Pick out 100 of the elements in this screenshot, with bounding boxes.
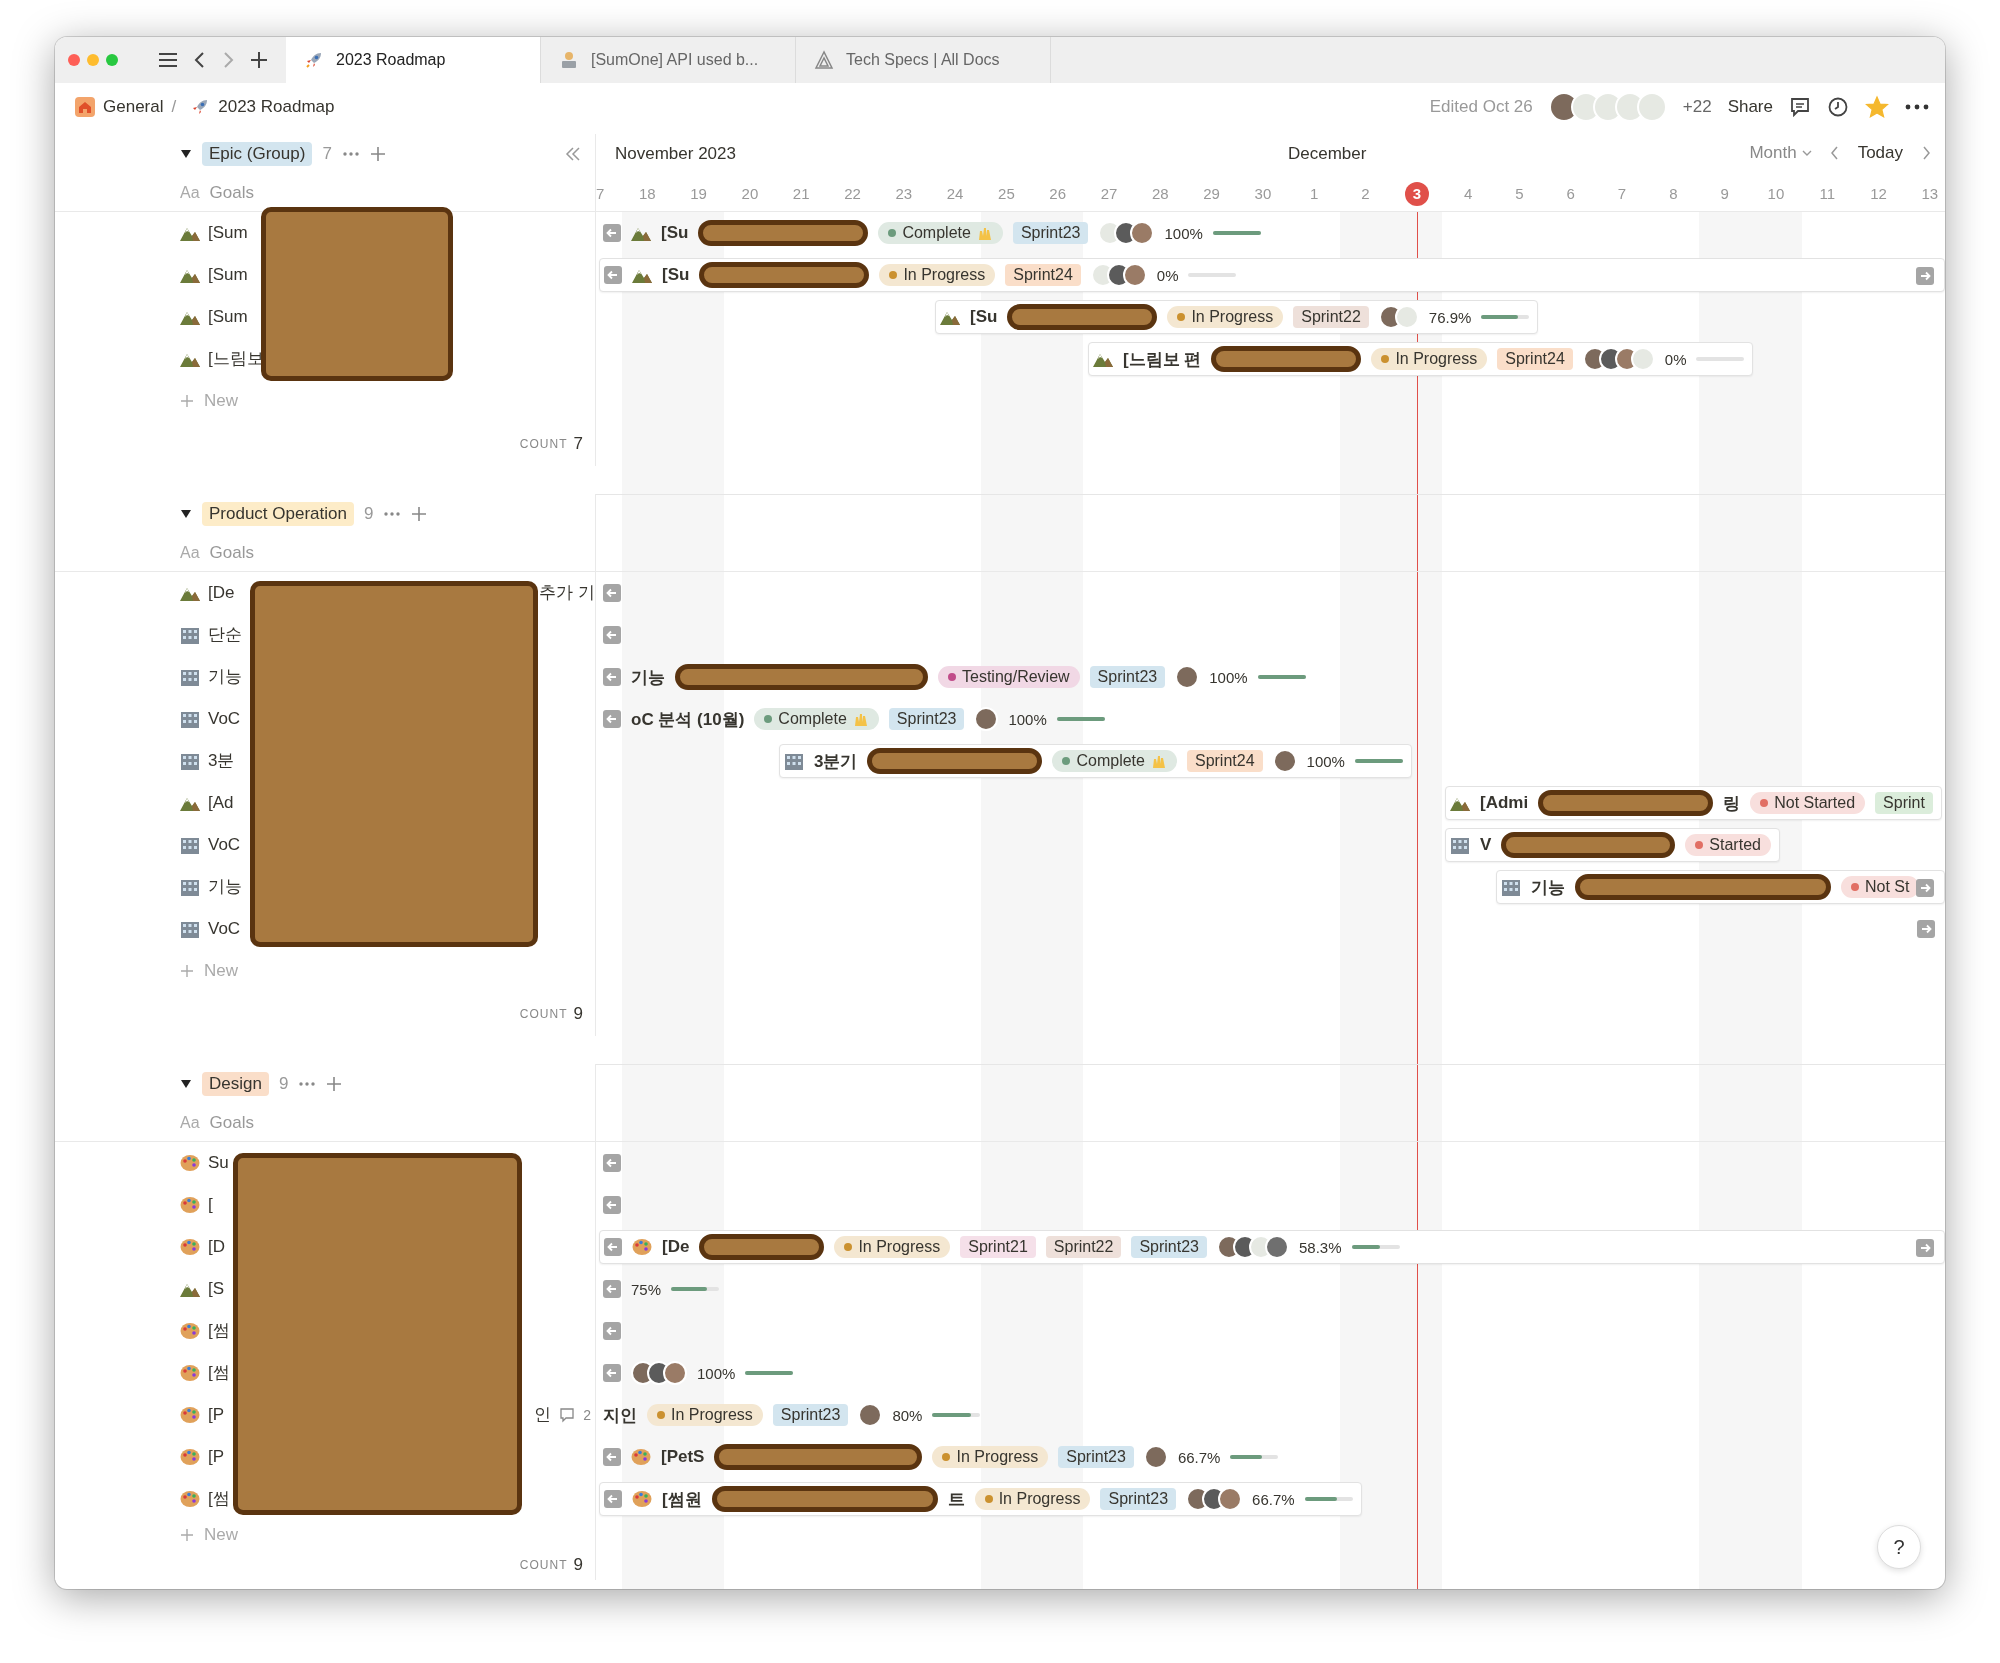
plus-icon[interactable] bbox=[326, 1076, 343, 1092]
arrow-left-icon[interactable] bbox=[603, 626, 621, 644]
avatar bbox=[1122, 263, 1147, 287]
arrow-left-icon[interactable] bbox=[604, 1490, 622, 1508]
avatar bbox=[1130, 221, 1155, 245]
goal-title-end: 인 bbox=[534, 1404, 552, 1426]
arrow-left-icon[interactable] bbox=[603, 710, 621, 728]
plus-icon[interactable] bbox=[411, 506, 428, 522]
arrow-left-icon[interactable] bbox=[603, 1364, 621, 1382]
close-window-icon[interactable] bbox=[68, 54, 80, 66]
plus-icon[interactable] bbox=[369, 146, 386, 162]
goal-title[interactable]: [Ad bbox=[208, 792, 234, 813]
plus-icon[interactable] bbox=[180, 964, 194, 978]
goal-title[interactable]: [D bbox=[208, 1236, 225, 1257]
timeline-bar[interactable]: 3분기 Complete Sprint24 100% bbox=[779, 744, 1412, 778]
progress-percent: 100% bbox=[1209, 668, 1248, 686]
bar-title: 3분기 bbox=[814, 750, 858, 773]
goal-title[interactable]: [S bbox=[208, 1278, 225, 1299]
goal-title[interactable]: 기능 bbox=[208, 665, 242, 688]
back-icon[interactable] bbox=[194, 51, 206, 69]
new-tab-icon[interactable] bbox=[250, 51, 268, 69]
collapse-triangle-icon[interactable] bbox=[180, 509, 192, 519]
timeline-bar[interactable]: V Started bbox=[1445, 828, 1780, 862]
day-label: 25 bbox=[998, 184, 1015, 204]
goal-title[interactable]: [느림보 bbox=[208, 347, 264, 370]
arrow-left-icon[interactable] bbox=[603, 1448, 621, 1466]
timeline-bar[interactable]: 기능 Not St bbox=[1496, 870, 1945, 904]
help-button[interactable]: ? bbox=[1877, 1525, 1921, 1569]
arrow-left-icon[interactable] bbox=[603, 668, 621, 686]
clock-icon[interactable] bbox=[1827, 96, 1849, 118]
browser-tab[interactable]: [SumOne] API used b... bbox=[541, 37, 796, 83]
arrow-left-icon[interactable] bbox=[603, 1322, 621, 1340]
sprint-tag: Sprint23 bbox=[1012, 222, 1089, 244]
forward-icon[interactable] bbox=[222, 51, 234, 69]
maximize-window-icon[interactable] bbox=[106, 54, 118, 66]
browser-tab[interactable]: 2023 Roadmap bbox=[286, 37, 541, 83]
double-chevron-left-icon[interactable] bbox=[565, 147, 581, 161]
plus-icon[interactable] bbox=[180, 1528, 194, 1542]
today-button[interactable]: Today bbox=[1857, 143, 1903, 163]
timeline-bar[interactable]: [썸원 트 In Progress Sprint23 66.7% bbox=[599, 1482, 1362, 1516]
arrow-right-icon[interactable] bbox=[1916, 879, 1934, 897]
goal-title[interactable]: VoC bbox=[208, 834, 241, 855]
goal-title[interactable]: [P bbox=[208, 1404, 225, 1425]
day-label: 11 bbox=[1819, 184, 1835, 204]
share-button[interactable]: Share bbox=[1727, 97, 1773, 117]
arrow-left-icon[interactable] bbox=[603, 1280, 621, 1298]
arrow-right-icon[interactable] bbox=[1916, 267, 1934, 285]
timeline-bar[interactable]: [Su In Progress Sprint24 0% bbox=[599, 258, 1945, 292]
arrow-left-icon[interactable] bbox=[603, 224, 621, 242]
goal-title[interactable]: [썸 bbox=[208, 1361, 230, 1384]
view-dropdown[interactable]: Month bbox=[1749, 143, 1812, 163]
collapse-triangle-icon[interactable] bbox=[180, 149, 192, 159]
menu-icon[interactable] bbox=[158, 52, 178, 68]
day-label: 6 bbox=[1566, 184, 1575, 204]
group-tag: Epic (Group) bbox=[202, 142, 313, 166]
timeline-bar[interactable]: [느림보 편 In Progress Sprint24 0% bbox=[1088, 342, 1754, 376]
previous-icon[interactable] bbox=[1829, 146, 1840, 160]
sprint-tag: Sprint22 bbox=[1293, 306, 1369, 328]
comment-icon[interactable] bbox=[1789, 96, 1811, 118]
timeline-bar[interactable]: [De In Progress Sprint21 Sprint22 Sprint23 58.3% bbox=[599, 1230, 1945, 1264]
goal-title[interactable]: VoC bbox=[208, 918, 241, 939]
next-icon[interactable] bbox=[1921, 146, 1931, 160]
breadcrumb-link[interactable]: General bbox=[103, 97, 164, 117]
goal-title[interactable]: VoC bbox=[208, 708, 241, 729]
goal-title[interactable]: 기능 bbox=[208, 875, 242, 898]
arrow-left-icon[interactable] bbox=[603, 1154, 621, 1172]
goal-title[interactable]: [Sum bbox=[208, 222, 248, 243]
arrow-left-icon[interactable] bbox=[604, 1238, 622, 1256]
goal-title[interactable]: [Sum bbox=[208, 306, 248, 327]
arrow-left-icon[interactable] bbox=[604, 266, 622, 284]
goal-title[interactable]: [Sum bbox=[208, 264, 248, 285]
plus-icon[interactable] bbox=[180, 394, 194, 408]
goal-title[interactable]: [썸 bbox=[208, 1487, 230, 1510]
more-icon[interactable] bbox=[1905, 103, 1929, 111]
goal-title[interactable]: [썸 bbox=[208, 1319, 230, 1342]
arrow-left-icon[interactable] bbox=[603, 1196, 621, 1214]
bar-title: [Admi bbox=[1480, 793, 1529, 813]
day-label: 13 bbox=[1921, 184, 1939, 204]
arrow-right-icon[interactable] bbox=[1917, 920, 1935, 938]
arrow-left-icon[interactable] bbox=[603, 584, 621, 602]
more-people-count[interactable]: +22 bbox=[1682, 97, 1712, 117]
timeline-bar[interactable]: [Admi 링 Not Started Sprint bbox=[1445, 786, 1942, 820]
sprint-tag: Sprint23 bbox=[1100, 1488, 1177, 1510]
comment-count: 2 bbox=[583, 1406, 591, 1423]
goal-title[interactable]: 단순 bbox=[208, 623, 242, 646]
goal-title[interactable]: [De bbox=[208, 582, 235, 603]
goal-title[interactable]: 3분 bbox=[208, 749, 235, 772]
goal-title[interactable]: [ bbox=[208, 1194, 213, 1215]
collapse-triangle-icon[interactable] bbox=[180, 1079, 192, 1089]
goal-title[interactable]: [P bbox=[208, 1446, 225, 1467]
breadcrumb-link[interactable]: 2023 Roadmap bbox=[218, 97, 335, 117]
building-icon bbox=[180, 919, 200, 938]
star-icon[interactable] bbox=[1865, 95, 1889, 119]
goal-title[interactable]: Su bbox=[208, 1152, 229, 1173]
progress-percent: 58.3% bbox=[1299, 1238, 1342, 1256]
minimize-window-icon[interactable] bbox=[87, 54, 99, 66]
arrow-right-icon[interactable] bbox=[1916, 1239, 1934, 1257]
sprint-tag: Sprint21 bbox=[960, 1236, 1036, 1258]
browser-tab[interactable]: Tech Specs | All Docs bbox=[796, 37, 1051, 83]
timeline-bar[interactable]: [Su In Progress Sprint22 76.9% bbox=[935, 300, 1539, 334]
